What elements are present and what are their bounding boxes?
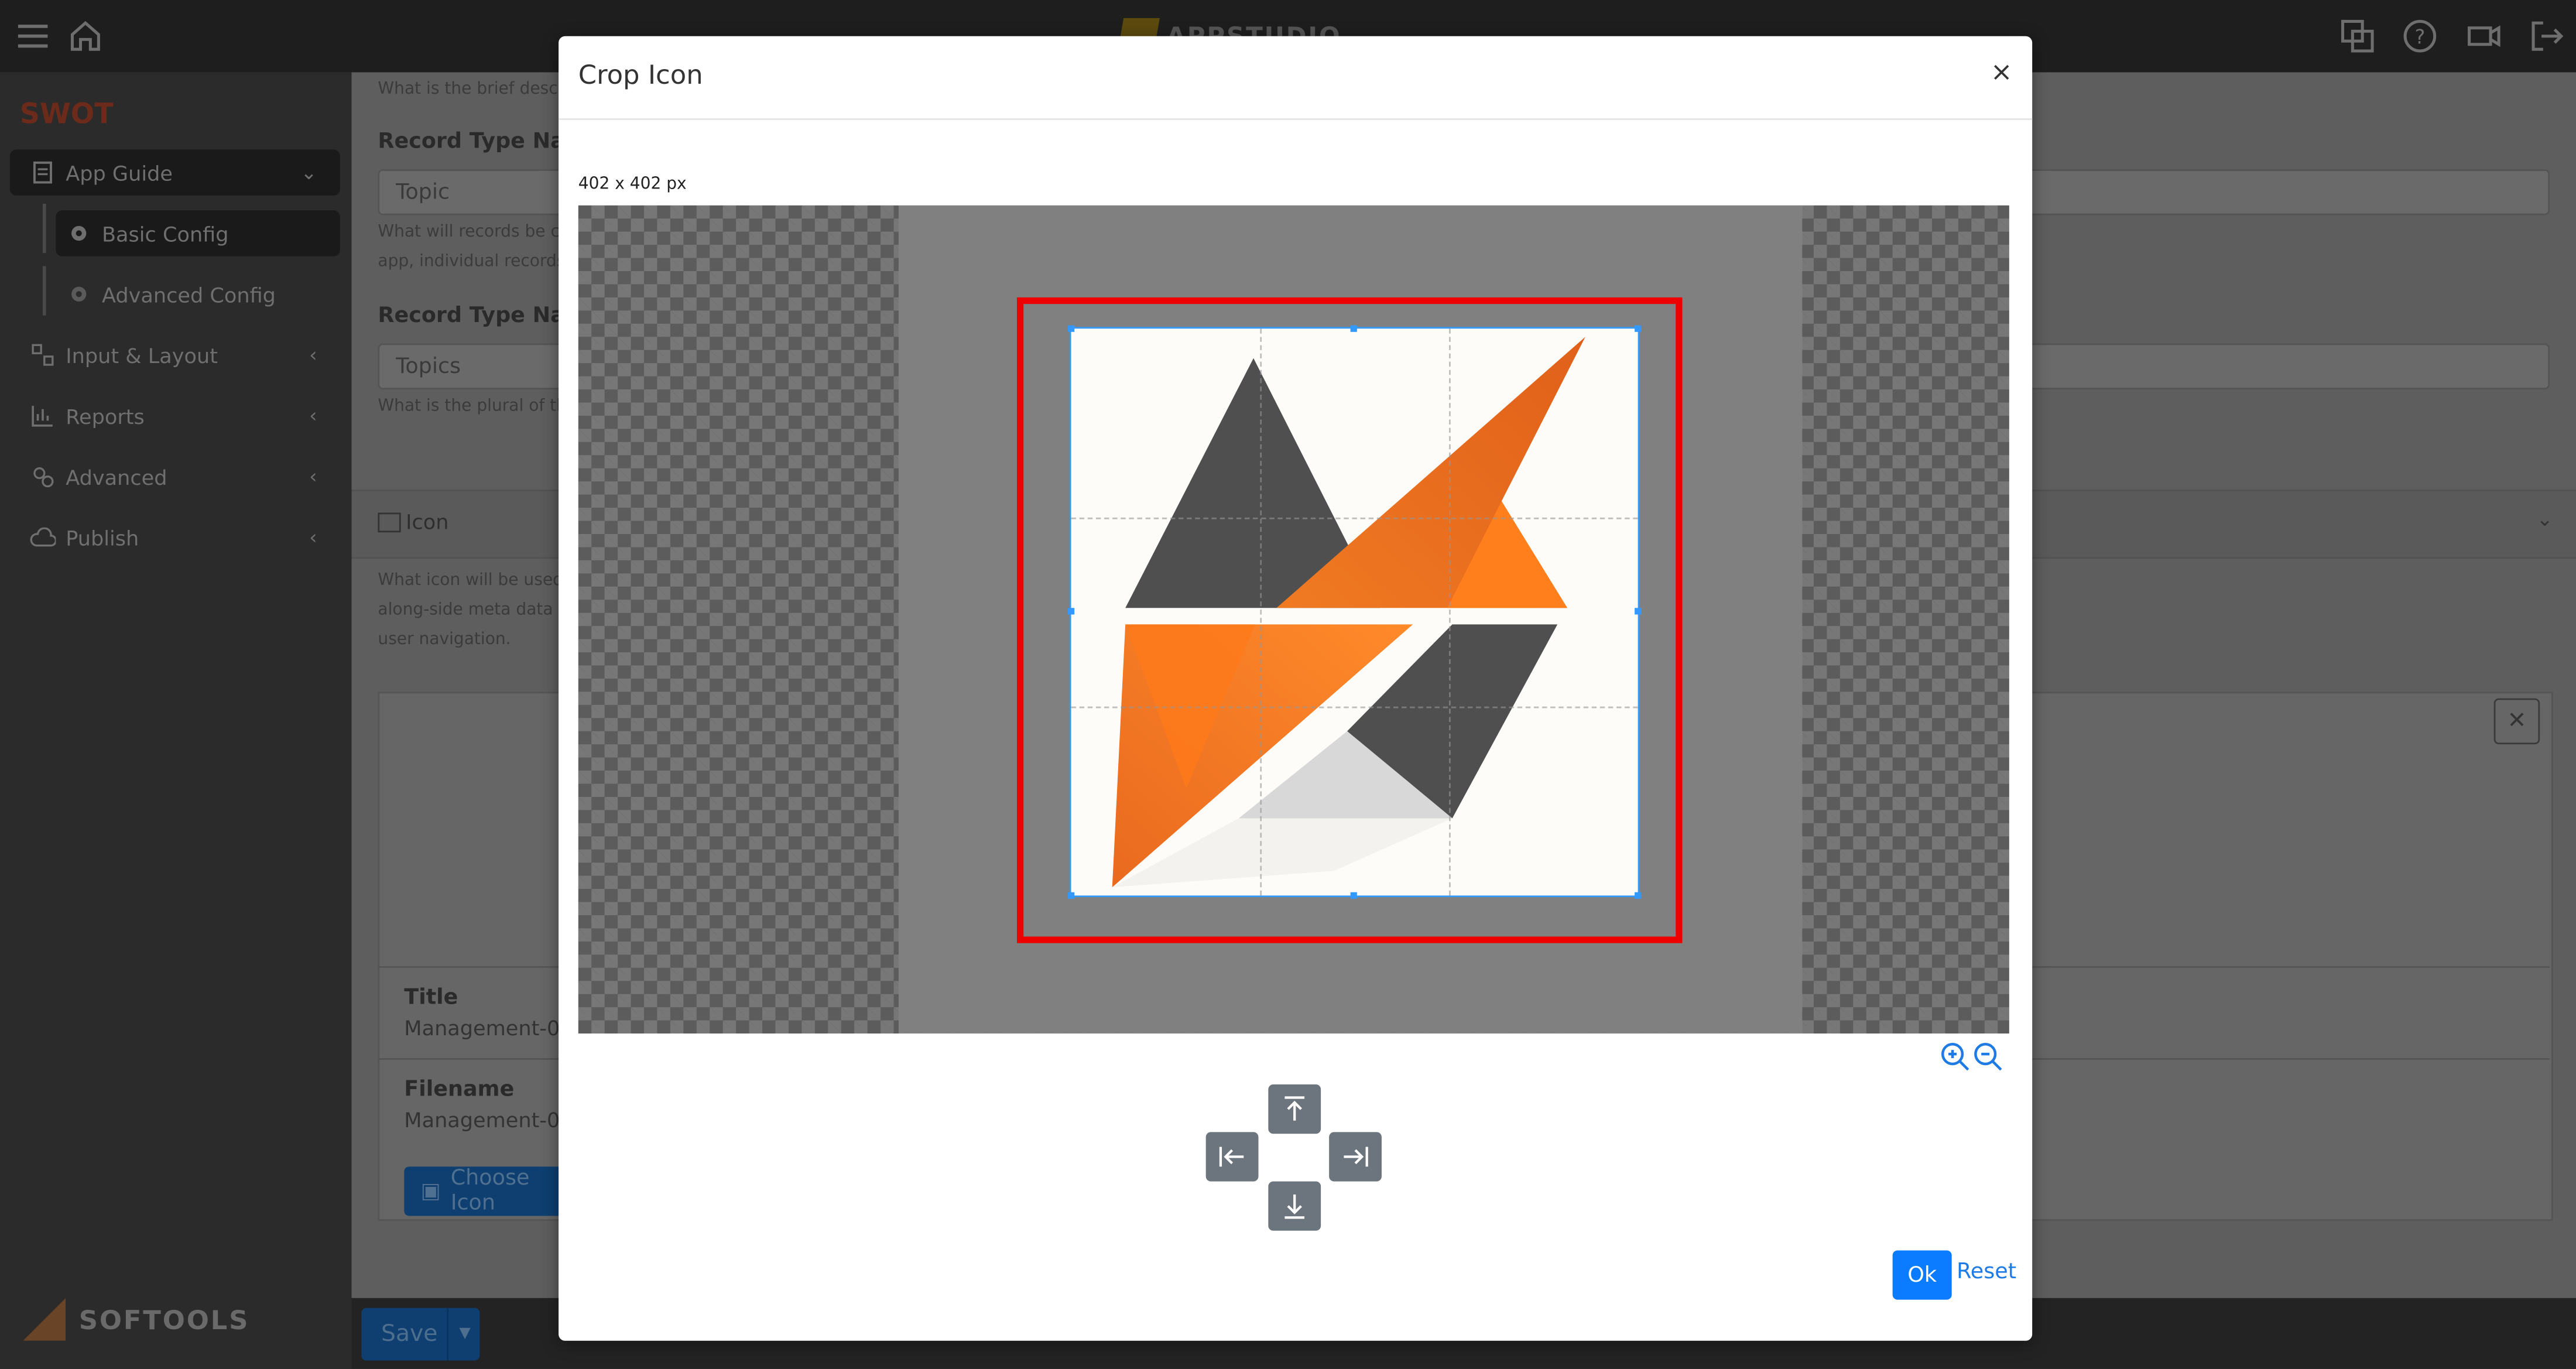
reset-link[interactable]: Reset — [1957, 1260, 2016, 1285]
crop-handle-nw[interactable] — [1067, 325, 1075, 332]
arrow-right-to-line-icon — [1344, 1146, 1368, 1167]
crop-handle-sw[interactable] — [1067, 892, 1075, 899]
close-button[interactable]: × — [1991, 56, 2013, 87]
move-up-button[interactable] — [1268, 1084, 1321, 1134]
crop-handle-ne[interactable] — [1635, 325, 1642, 332]
crop-box[interactable] — [1067, 325, 1642, 899]
crop-icon-modal: Crop Icon × 402 x 402 px Ok Reset — [559, 36, 2033, 1341]
crop-shade-left — [578, 205, 899, 1034]
image-dimensions: 402 x 402 px — [578, 176, 687, 194]
crop-handle-se[interactable] — [1635, 892, 1642, 899]
arrow-left-to-line-icon — [1219, 1146, 1244, 1167]
crop-guide-line — [1071, 706, 1638, 709]
zoom-out-icon — [1974, 1043, 2002, 1071]
move-down-button[interactable] — [1268, 1181, 1321, 1231]
crop-handle-s[interactable] — [1350, 892, 1357, 899]
zoom-out-button[interactable] — [1973, 1042, 2003, 1072]
crop-handle-e[interactable] — [1635, 608, 1642, 615]
ok-button[interactable]: Ok — [1892, 1250, 1952, 1300]
modal-header-divider — [559, 118, 2033, 120]
zoom-in-button[interactable] — [1940, 1042, 1970, 1072]
move-left-button[interactable] — [1205, 1132, 1259, 1182]
crop-canvas[interactable] — [578, 205, 2009, 1034]
crop-handle-w[interactable] — [1067, 608, 1075, 615]
crop-handle-n[interactable] — [1350, 325, 1357, 332]
crop-guide-line — [1260, 328, 1262, 896]
move-right-button[interactable] — [1329, 1132, 1382, 1182]
arrow-up-to-line-icon — [1284, 1096, 1305, 1121]
zoom-in-icon — [1941, 1043, 1969, 1071]
crop-guide-line — [1448, 328, 1451, 896]
modal-layer: Crop Icon × 402 x 402 px Ok Reset — [0, 0, 2576, 1368]
arrow-down-to-line-icon — [1284, 1195, 1305, 1219]
close-icon: × — [1990, 56, 2013, 87]
icon-image — [1071, 328, 1638, 896]
crop-guide-line — [1071, 517, 1638, 519]
crop-shade-right — [1802, 205, 2009, 1034]
ok-label: Ok — [1907, 1262, 1937, 1288]
modal-title: Crop Icon — [578, 59, 703, 91]
